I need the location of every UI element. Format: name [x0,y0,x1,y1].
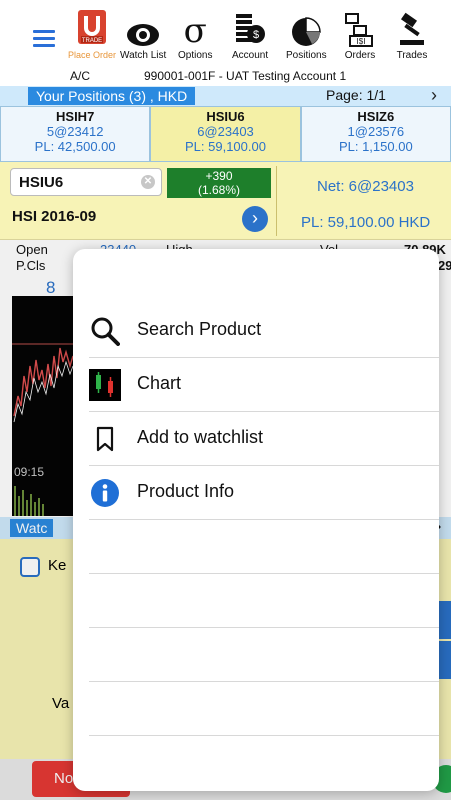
menu-item-search-product[interactable]: Search Product [73,303,439,357]
position-pl: PL: 42,500.00 [34,139,116,154]
info-icon [89,477,121,509]
chart-icon [89,369,121,401]
change-pct: (1.68%) [197,183,241,197]
menu-divider [89,627,439,628]
menu-item-product-info[interactable]: Product Info [73,465,439,519]
chevron-right-icon[interactable]: › [431,85,437,106]
positions-page: Page: 1/1 [326,87,386,103]
menu-item-label: Product Info [137,481,235,501]
toolbar: TRADE Place Order Watch List σ Options $… [0,0,451,70]
menu-divider [89,735,439,736]
positions-cards: HSIH7 5@23412 PL: 42,500.00 HSIU6 6@2340… [0,106,451,162]
product-name: HSI 2016-09 [12,208,97,225]
orders-icon: I$I [344,8,376,48]
change-badge: +390 (1.68%) [167,168,271,198]
place-order-button[interactable]: TRADE Place Order [68,8,116,60]
net-position: Net: 6@23403 [317,178,414,195]
position-pl: PL: 59,100.00 [185,139,266,154]
position-card[interactable]: HSIZ6 1@23576 PL: 1,150.00 [300,106,451,162]
menu-item-add-to-watchlist[interactable]: Add to watchlist [73,411,439,465]
net-box: Net: 6@23403 PL: 59,100.00 HKD [276,166,451,236]
symbol-input[interactable]: HSIU6 ✕ [10,168,162,196]
position-card[interactable]: HSIH7 5@23412 PL: 42,500.00 [0,106,151,162]
positions-title: Your Positions (3) , HKD [28,87,196,105]
orders-button[interactable]: I$I Orders [344,8,376,61]
menu-divider [89,681,439,682]
account-line: A/C 990001-001F - UAT Testing Account 1 [0,69,451,85]
gavel-icon [396,8,428,48]
menu-item-label: Chart [137,373,182,393]
clear-icon[interactable]: ✕ [141,175,155,189]
search-icon [89,315,121,347]
svg-text:TRADE: TRADE [82,38,102,44]
chevron-right-circle-icon[interactable]: › [242,206,268,232]
change-value: +390 [205,169,233,183]
coins-icon: $ [232,8,268,48]
position-symbol: HSIZ6 [357,109,395,124]
watch-list-button[interactable]: Watch List [120,8,166,61]
sigma-icon: σ [183,11,207,51]
position-qty: 6@23403 [197,124,254,139]
position-symbol: HSIH7 [56,109,95,124]
options-button[interactable]: σ Options [178,8,212,61]
position-symbol: HSIU6 [206,109,245,124]
trades-button[interactable]: Trades [396,8,428,61]
bookmark-icon [89,423,121,455]
menu-divider [89,519,439,520]
account-value: 990001-001F - UAT Testing Account 1 [144,69,347,83]
positions-button[interactable]: Positions [286,8,327,61]
quote-panel: HSIU6 ✕ +390 (1.68%) Net: 6@23403 PL: 59… [0,162,451,240]
position-qty: 5@23412 [46,124,104,139]
menu-item-chart[interactable]: Chart [73,357,439,411]
svg-text:$: $ [253,29,259,41]
context-menu: Search Product Chart Add to watchlist Pr… [73,249,439,791]
menu-icon[interactable] [33,30,55,48]
position-card[interactable]: HSIU6 6@23403 PL: 59,100.00 [150,106,301,162]
position-qty: 1@23576 [347,124,405,139]
position-pl: PL: 1,150.00 [338,139,413,154]
menu-item-label: Add to watchlist [137,427,264,447]
eye-icon [120,8,166,48]
account-label: A/C [70,69,91,83]
svg-text:I$I: I$I [357,37,366,46]
positions-bar: Your Positions (3) , HKD Page: 1/1 › [0,85,451,106]
pie-chart-icon [286,8,327,48]
menu-divider [89,573,439,574]
place-order-icon: TRADE [68,8,116,48]
symbol-value: HSIU6 [19,174,64,191]
account-button[interactable]: $ Account [232,8,268,61]
menu-item-label: Search Product [137,319,262,339]
net-pl: PL: 59,100.00 HKD [301,214,431,231]
